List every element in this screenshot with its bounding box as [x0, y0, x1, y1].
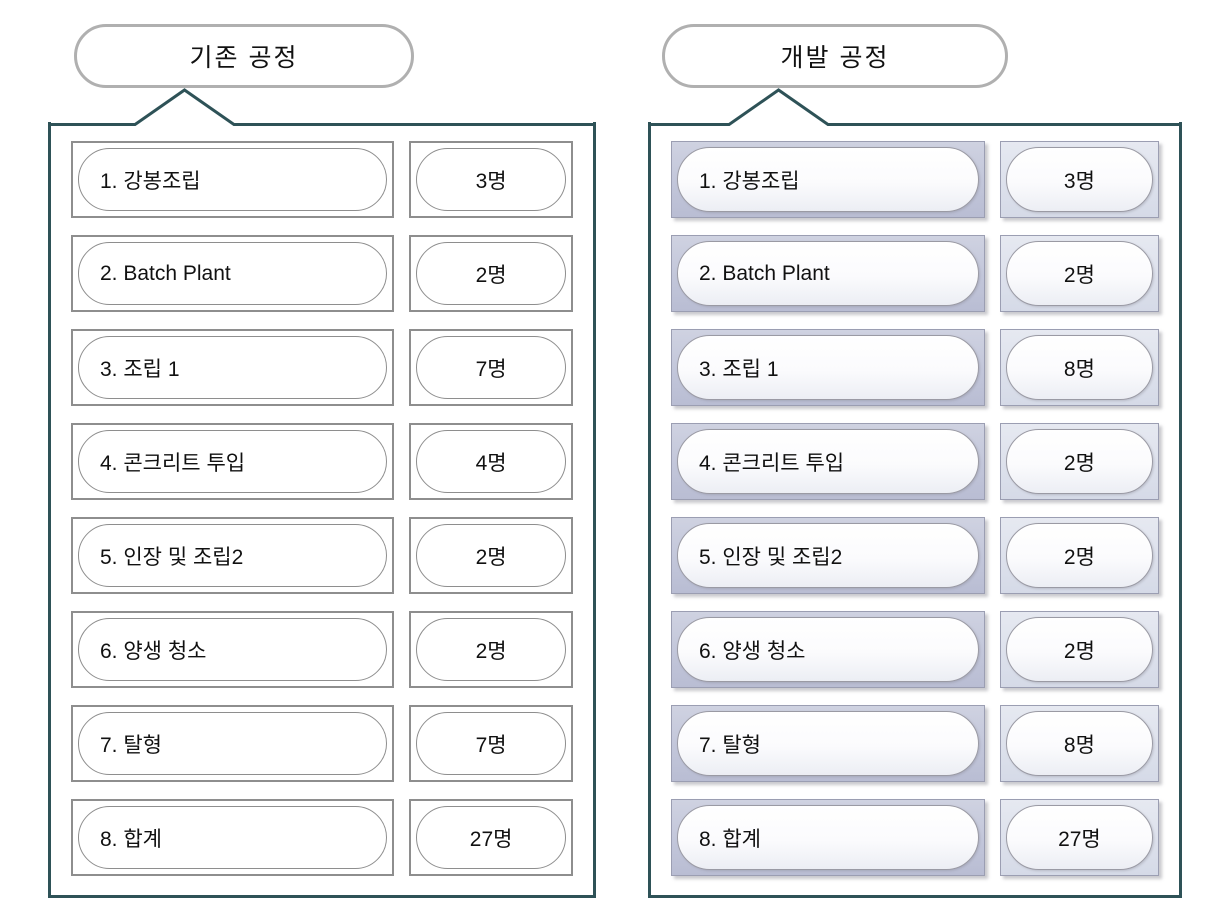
process-count-label: 2명 [1005, 523, 1153, 588]
table-row: 6. 양생 청소 2명 [671, 611, 1159, 688]
process-count-label: 2명 [416, 242, 566, 305]
process-step-box[interactable]: 1. 강봉조립 [71, 141, 395, 218]
process-step-label: 1. 강봉조립 [677, 147, 979, 212]
process-count-label: 3명 [1005, 147, 1153, 212]
process-step-box[interactable]: 2. Batch Plant [71, 235, 395, 312]
process-count-box[interactable]: 8명 [999, 329, 1159, 406]
process-step-box[interactable]: 7. 탈형 [671, 705, 985, 782]
table-row: 5. 인장 및 조립2 2명 [671, 517, 1159, 594]
process-total-count-box[interactable]: 27명 [999, 799, 1159, 876]
table-row: 6. 양생 청소 2명 [71, 611, 573, 688]
process-count-label: 2명 [1005, 429, 1153, 494]
process-step-box[interactable]: 7. 탈형 [71, 705, 395, 782]
process-count-label: 2명 [416, 524, 566, 587]
table-row: 8. 합계 27명 [71, 799, 573, 876]
process-total-label: 8. 합계 [78, 806, 388, 869]
process-count-box[interactable]: 2명 [999, 517, 1159, 594]
process-step-label: 5. 인장 및 조립2 [78, 524, 388, 587]
process-total-box[interactable]: 8. 합계 [671, 799, 985, 876]
process-count-label: 8명 [1005, 335, 1153, 400]
process-step-box[interactable]: 1. 강봉조립 [671, 141, 985, 218]
table-row: 4. 콘크리트 투입 4명 [71, 423, 573, 500]
table-row: 1. 강봉조립 3명 [671, 141, 1159, 218]
table-row: 7. 탈형 8명 [671, 705, 1159, 782]
process-count-label: 2명 [1005, 241, 1153, 306]
table-row: 1. 강봉조립 3명 [71, 141, 573, 218]
process-step-box[interactable]: 6. 양생 청소 [71, 611, 395, 688]
process-step-label: 3. 조립 1 [78, 336, 388, 399]
table-row: 3. 조립 1 7명 [71, 329, 573, 406]
process-step-label: 2. Batch Plant [677, 241, 979, 306]
process-step-label: 6. 양생 청소 [78, 618, 388, 681]
process-count-label: 3명 [416, 148, 566, 211]
process-step-box[interactable]: 4. 콘크리트 투입 [71, 423, 395, 500]
process-count-box[interactable]: 7명 [409, 329, 573, 406]
process-step-label: 7. 탈형 [78, 712, 388, 775]
process-count-box[interactable]: 2명 [999, 423, 1159, 500]
panel-title-developed-process: 개발 공정 [662, 24, 1008, 88]
process-step-label: 7. 탈형 [677, 711, 979, 776]
panel-connector-developed-process [648, 84, 1182, 126]
process-step-label: 4. 콘크리트 투입 [78, 430, 388, 493]
process-step-box[interactable]: 6. 양생 청소 [671, 611, 985, 688]
diagram-canvas: 기존 공정 개발 공정 1. 강봉조립 3명 2. Batch Plant 2명… [0, 0, 1228, 922]
process-count-label: 7명 [416, 336, 566, 399]
process-count-box[interactable]: 2명 [999, 611, 1159, 688]
process-row-list: 1. 강봉조립 3명 2. Batch Plant 2명 3. 조립 1 [651, 122, 1179, 895]
process-count-box[interactable]: 2명 [409, 611, 573, 688]
process-count-label: 2명 [1005, 617, 1153, 682]
process-step-box[interactable]: 3. 조립 1 [71, 329, 395, 406]
process-total-label: 8. 합계 [677, 805, 979, 870]
process-count-box[interactable]: 3명 [409, 141, 573, 218]
process-step-label: 3. 조립 1 [677, 335, 979, 400]
process-total-count-label: 27명 [416, 806, 566, 869]
process-count-box[interactable]: 3명 [999, 141, 1159, 218]
panel-title-text: 기존 공정 [189, 44, 299, 72]
process-count-box[interactable]: 4명 [409, 423, 573, 500]
process-step-box[interactable]: 2. Batch Plant [671, 235, 985, 312]
table-row: 2. Batch Plant 2명 [71, 235, 573, 312]
process-step-box[interactable]: 4. 콘크리트 투입 [671, 423, 985, 500]
process-count-box[interactable]: 7명 [409, 705, 573, 782]
process-total-count-box[interactable]: 27명 [409, 799, 573, 876]
panel-developed-process: 1. 강봉조립 3명 2. Batch Plant 2명 3. 조립 1 8명 … [648, 122, 1182, 898]
process-count-label: 2명 [416, 618, 566, 681]
process-count-box[interactable]: 2명 [999, 235, 1159, 312]
process-step-label: 5. 인장 및 조립2 [677, 523, 979, 588]
process-row-list: 1. 강봉조립 3명 2. Batch Plant 2명 3. 조립 1 [51, 122, 593, 895]
process-step-box[interactable]: 3. 조립 1 [671, 329, 985, 406]
table-row: 8. 합계 27명 [671, 799, 1159, 876]
process-step-label: 2. Batch Plant [78, 242, 388, 305]
process-count-box[interactable]: 2명 [409, 235, 573, 312]
process-step-box[interactable]: 5. 인장 및 조립2 [71, 517, 395, 594]
panel-title-existing-process: 기존 공정 [74, 24, 414, 88]
process-count-box[interactable]: 2명 [409, 517, 573, 594]
panel-title-text: 개발 공정 [780, 44, 890, 72]
panel-existing-process: 1. 강봉조립 3명 2. Batch Plant 2명 3. 조립 1 7명 … [48, 122, 596, 898]
table-row: 5. 인장 및 조립2 2명 [71, 517, 573, 594]
table-row: 2. Batch Plant 2명 [671, 235, 1159, 312]
process-step-label: 4. 콘크리트 투입 [677, 429, 979, 494]
process-step-label: 6. 양생 청소 [677, 617, 979, 682]
process-count-label: 4명 [416, 430, 566, 493]
process-total-box[interactable]: 8. 합계 [71, 799, 395, 876]
process-count-box[interactable]: 8명 [999, 705, 1159, 782]
process-count-label: 8명 [1005, 711, 1153, 776]
process-step-label: 1. 강봉조립 [78, 148, 388, 211]
table-row: 7. 탈형 7명 [71, 705, 573, 782]
process-count-label: 7명 [416, 712, 566, 775]
process-total-count-label: 27명 [1005, 805, 1153, 870]
table-row: 4. 콘크리트 투입 2명 [671, 423, 1159, 500]
table-row: 3. 조립 1 8명 [671, 329, 1159, 406]
process-step-box[interactable]: 5. 인장 및 조립2 [671, 517, 985, 594]
panel-connector-existing-process [48, 84, 596, 126]
